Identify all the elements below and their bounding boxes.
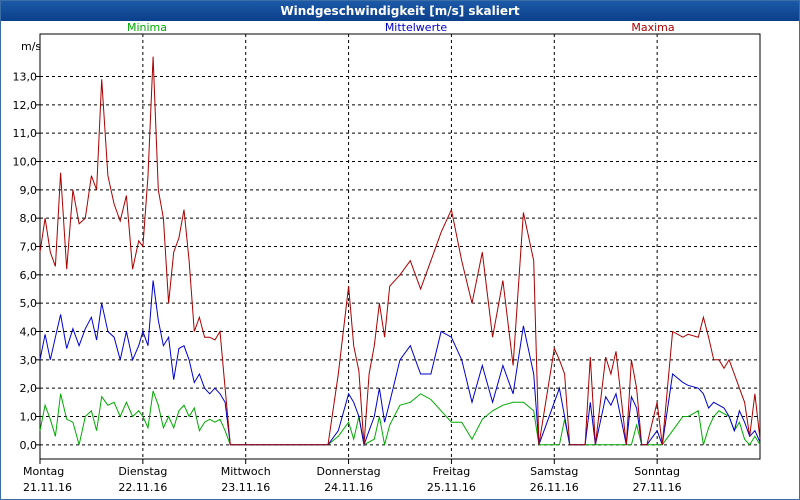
y-tick-label: 3,0 (20, 354, 38, 367)
series-maxima-line (39, 56, 761, 446)
x-tick-day: Dienstag (118, 465, 167, 478)
grid-lines (40, 34, 760, 459)
y-tick-label: 6,0 (20, 269, 38, 282)
x-tick-day: Sonntag (634, 465, 680, 478)
x-tick-date: 21.11.16 (23, 481, 72, 494)
series-layer (39, 56, 761, 447)
legend-mittelwerte: Mittelwerte (385, 22, 448, 34)
y-tick-label: 2,0 (20, 382, 38, 395)
series-minima-line (39, 390, 761, 446)
x-tick-date: 26.11.16 (530, 481, 579, 494)
x-tick-date: 24.11.16 (324, 481, 373, 494)
y-tick-label: 0,0 (20, 439, 38, 452)
y-tick-label: 12,0 (13, 99, 38, 112)
x-tick-date: 25.11.16 (427, 481, 476, 494)
y-tick-label: 10,0 (13, 156, 38, 169)
y-tick-label: 1,0 (20, 411, 38, 424)
y-tick-label: 13,0 (13, 71, 38, 84)
x-tick-date: 23.11.16 (221, 481, 270, 494)
x-tick-day: Donnerstag (316, 465, 380, 478)
y-tick-labels: 0,0 1,0 2,0 3,0 4,0 5,0 6,0 7,0 8,0 9,0 10,0 11,0 12… (13, 71, 40, 452)
chart-window: Windgeschwindigkeit [m/s] skaliert 0,0 1,… (0, 0, 800, 500)
y-tick-label: 7,0 (20, 241, 38, 254)
y-tick-label: 5,0 (20, 297, 38, 310)
x-tick-day: Samstag (530, 465, 578, 478)
window-title: Windgeschwindigkeit [m/s] skaliert (1, 1, 799, 21)
y-axis-label: m/s (21, 40, 41, 53)
x-tick-labels: Montag 21.11.16 Dienstag 22.11.16 Mittwoch 23… (23, 459, 682, 494)
y-tick-label: 4,0 (20, 326, 38, 339)
legend-minima: Minima (127, 22, 167, 34)
y-tick-label: 9,0 (20, 184, 38, 197)
x-tick-day: Freitag (433, 465, 471, 478)
wind-speed-chart: 0,0 1,0 2,0 3,0 4,0 5,0 6,0 7,0 8,0 9,0 10,0 11,0 12… (13, 22, 761, 494)
legend: Minima Mittelwerte Maxima (127, 22, 675, 34)
x-tick-day: Montag (23, 465, 64, 478)
x-tick-date: 27.11.16 (633, 481, 682, 494)
y-tick-label: 11,0 (13, 127, 38, 140)
series-mittelwerte-line (39, 280, 761, 447)
legend-maxima: Maxima (631, 22, 674, 34)
x-tick-date: 22.11.16 (118, 481, 167, 494)
x-tick-day: Mittwoch (221, 465, 271, 478)
y-tick-label: 8,0 (20, 212, 38, 225)
